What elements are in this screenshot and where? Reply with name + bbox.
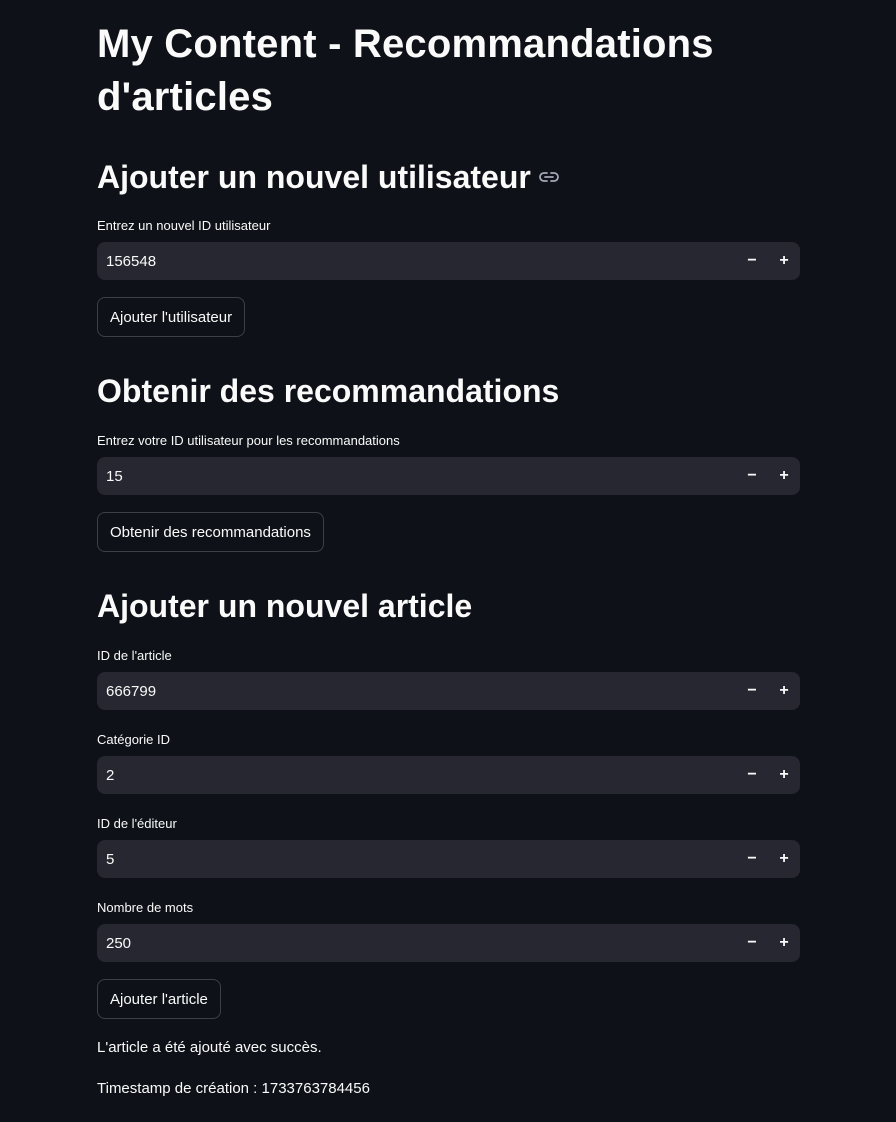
category-id-value[interactable]: 2: [97, 767, 736, 784]
creation-timestamp: Timestamp de création : 1733763784456: [97, 1080, 370, 1097]
word-count-input[interactable]: 250 − +: [97, 924, 800, 962]
reco-user-id-decrement-button[interactable]: −: [736, 457, 768, 495]
word-count-decrement-button[interactable]: −: [736, 924, 768, 962]
publisher-id-decrement-button[interactable]: −: [736, 840, 768, 878]
publisher-id-label: ID de l'éditeur: [97, 816, 177, 831]
add-article-heading: Ajouter un nouvel article: [97, 588, 473, 624]
app-main: My Content - Recommandations d'articles …: [0, 0, 896, 1122]
success-message: L'article a été ajouté avec succès.: [97, 1039, 322, 1056]
article-id-input[interactable]: 666799 − +: [97, 672, 800, 710]
add-user-heading-text: Ajouter un nouvel utilisateur: [97, 159, 531, 195]
add-user-button[interactable]: Ajouter l'utilisateur: [97, 297, 246, 337]
recommendations-heading: Obtenir des recommandations: [97, 373, 560, 409]
publisher-id-value[interactable]: 5: [97, 851, 736, 868]
word-count-increment-button[interactable]: +: [768, 924, 800, 962]
add-user-heading: Ajouter un nouvel utilisateur: [97, 157, 559, 197]
article-id-decrement-button[interactable]: −: [736, 672, 768, 710]
publisher-id-input[interactable]: 5 − +: [97, 840, 800, 878]
category-id-label: Catégorie ID: [97, 732, 170, 747]
article-id-increment-button[interactable]: +: [768, 672, 800, 710]
reco-user-id-increment-button[interactable]: +: [768, 457, 800, 495]
reco-user-id-label: Entrez votre ID utilisateur pour les rec…: [97, 433, 400, 448]
get-recommendations-button[interactable]: Obtenir des recommandations: [97, 512, 324, 552]
new-user-id-value[interactable]: 156548: [97, 253, 736, 270]
publisher-id-increment-button[interactable]: +: [768, 840, 800, 878]
category-id-decrement-button[interactable]: −: [736, 756, 768, 794]
new-user-id-increment-button[interactable]: +: [768, 242, 800, 280]
reco-user-id-value[interactable]: 15: [97, 468, 736, 485]
new-user-id-input[interactable]: 156548 − +: [97, 242, 800, 280]
new-user-id-label: Entrez un nouvel ID utilisateur: [97, 218, 271, 233]
add-article-button[interactable]: Ajouter l'article: [97, 979, 221, 1019]
category-id-input[interactable]: 2 − +: [97, 756, 800, 794]
new-user-id-decrement-button[interactable]: −: [736, 242, 768, 280]
link-icon[interactable]: [538, 171, 559, 183]
category-id-increment-button[interactable]: +: [768, 756, 800, 794]
article-id-value[interactable]: 666799: [97, 683, 736, 700]
reco-user-id-input[interactable]: 15 − +: [97, 457, 800, 495]
article-id-label: ID de l'article: [97, 648, 172, 663]
word-count-label: Nombre de mots: [97, 900, 194, 915]
word-count-value[interactable]: 250: [97, 935, 736, 952]
page-title: My Content - Recommandations d'articles: [97, 22, 714, 119]
